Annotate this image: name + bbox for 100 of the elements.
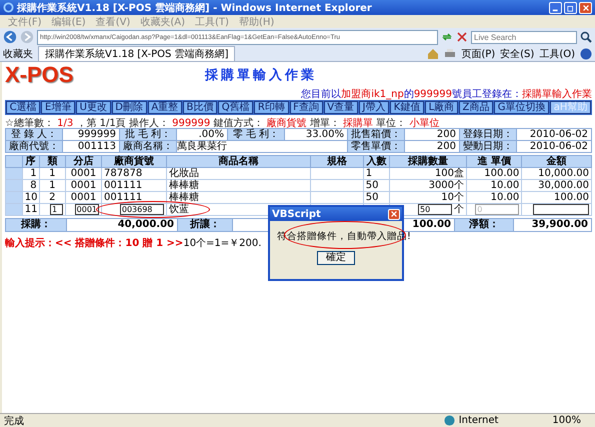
search-field[interactable]: Live Search — [471, 30, 577, 44]
search-icon[interactable] — [580, 31, 592, 43]
total-label: 採購： — [6, 219, 66, 232]
browser-tab[interactable]: 採購作業系統V1.18 [X-POS 雲端商務網] — [38, 46, 236, 62]
form-value: 萬良果菜行 — [177, 141, 347, 152]
toolbar-menu[interactable]: 页面(P) — [461, 46, 496, 60]
status-text: 完成 — [4, 414, 24, 427]
toolbar-button[interactable]: F查詢 — [290, 101, 323, 114]
table-cell: 100.00 — [466, 168, 522, 180]
form-label: 批售箱價： — [348, 129, 404, 140]
table-cell: 30,000.00 — [522, 180, 592, 192]
toolbar-menu[interactable]: 工具(O) — [539, 46, 575, 60]
total-label: 折讓： — [178, 219, 232, 232]
column-header: 類 — [39, 156, 66, 168]
toolbar-button[interactable]: R印轉 — [254, 101, 289, 114]
toolbar-button[interactable]: L廠商 — [424, 101, 458, 114]
globe-icon — [444, 415, 455, 426]
table-cell: 10个 — [390, 192, 467, 204]
table-cell: 50 — [363, 192, 390, 204]
table-cell: 10 — [22, 192, 40, 204]
refresh-icon[interactable] — [441, 31, 453, 43]
toolbar-button[interactable]: Q舊檔 — [218, 101, 254, 114]
browser-logo-icon — [3, 2, 14, 13]
close-icon — [582, 4, 590, 12]
form-label: 批 毛 利： — [120, 129, 176, 140]
summary-line: ☆總筆數： 1/3 ，第 1/1頁 操作人： 999999 鍵值方式： 廠商貨號 增單： 採購單 單位： 小單位 — [5, 118, 440, 129]
close-button[interactable] — [388, 208, 400, 220]
restore-button[interactable] — [564, 2, 577, 14]
input-hint: 輸入提示：<< 搭贈條件：10 贈 1 >>10个=1=￥200. — [5, 238, 262, 250]
table-cell: 50 — [363, 180, 390, 192]
form-value: 001113 — [63, 141, 119, 152]
zoom-level[interactable]: 100% — [552, 415, 581, 426]
form-value: 999999 — [63, 129, 119, 140]
toolbar-button[interactable]: U更改 — [76, 101, 111, 114]
item-code-input[interactable]: 003698 — [120, 204, 164, 215]
table-cell: 3000个 — [390, 180, 467, 192]
minimize-button[interactable] — [549, 2, 562, 14]
printer-icon[interactable] — [444, 48, 456, 60]
total-value: 40,000.00 — [67, 219, 177, 232]
stop-icon[interactable] — [456, 31, 468, 43]
column-header: 序 — [22, 156, 40, 168]
table-cell: 100.00 — [522, 192, 592, 204]
product-name: 饮蓝 — [168, 204, 189, 216]
ok-button[interactable]: 確定 — [317, 251, 355, 265]
form-label: 廠商名稱： — [120, 141, 176, 152]
toolbar-button[interactable]: K鍵值 — [390, 101, 424, 114]
column-header: 廠商貨號 — [102, 156, 166, 168]
table-cell: 001111 — [102, 180, 166, 192]
toolbar-button[interactable]: Z商品 — [458, 101, 494, 114]
window-title: 採購作業系統V1.18 [X-POS 雲端商務網] - Windows Internet Explorer — [17, 1, 373, 14]
form-label: 零 毛 利： — [228, 129, 284, 140]
total-label: 淨額： — [455, 219, 513, 232]
toolbar-button[interactable]: C選檔 — [6, 101, 40, 114]
table-cell: 棒棒糖 — [166, 180, 310, 192]
column-header: 入數 — [363, 156, 390, 168]
app-logo: X-POS — [5, 62, 74, 88]
column-header: 金額 — [522, 156, 592, 168]
toolbar-button[interactable]: E增筆 — [41, 101, 75, 114]
favorites-button[interactable]: 收藏夹 — [3, 46, 33, 60]
table-cell — [310, 180, 364, 192]
toolbar-button[interactable]: D刪除 — [112, 101, 147, 114]
branch-input[interactable]: 0001 — [74, 204, 100, 215]
close-icon — [390, 210, 398, 218]
table-cell: 1 — [22, 168, 40, 180]
table-cell: 0001 — [66, 180, 102, 192]
table-cell: 100盒 — [390, 168, 467, 180]
form-value: 200 — [405, 141, 459, 152]
quantity-input[interactable]: 50 — [418, 204, 452, 216]
toolbar-menu[interactable]: 安全(S) — [500, 46, 534, 60]
table-cell: 787878 — [102, 168, 166, 180]
table-cell: 1 — [363, 168, 390, 180]
toolbar-button[interactable]: A重整 — [148, 101, 182, 114]
table-cell: 10,000.00 — [522, 168, 592, 180]
user-note: 您目前以加盟商ik1_np的999999號員工登錄在：採購單輸入作業 — [301, 89, 592, 100]
security-zone: Internet — [458, 415, 498, 426]
form-label: 登 錄 人： — [6, 129, 62, 140]
column-header: 採購數量 — [390, 156, 467, 168]
table-cell: 10.00 — [466, 192, 522, 204]
help-icon[interactable] — [580, 48, 592, 60]
unit-label: 个 — [454, 204, 464, 216]
table-cell: 10.00 — [466, 180, 522, 192]
table-cell: 化妝品 — [166, 168, 310, 180]
form-label: 登錄日期： — [460, 129, 516, 140]
toolbar-button[interactable]: V查量 — [324, 101, 358, 114]
toolbar-button[interactable]: J帶入 — [358, 101, 390, 114]
close-button[interactable] — [579, 2, 592, 14]
category-input[interactable]: 1 — [50, 204, 63, 215]
table-cell: 0001 — [66, 168, 102, 180]
form-value: 2010-06-02 — [517, 141, 591, 152]
table-cell: 001111 — [102, 192, 166, 204]
back-button[interactable] — [3, 30, 17, 44]
table-cell: 2 — [39, 192, 66, 204]
form-value: .00% — [177, 129, 227, 140]
amount-input[interactable] — [533, 204, 589, 215]
total-value: 39,900.00 — [514, 219, 591, 232]
table-cell: 0001 — [66, 192, 102, 204]
table-cell: 11 — [24, 204, 38, 216]
dialog-title: VBScript — [272, 208, 321, 220]
toolbar-button[interactable]: G單位切換 — [494, 101, 550, 114]
toolbar-button[interactable]: B比價 — [182, 101, 218, 114]
